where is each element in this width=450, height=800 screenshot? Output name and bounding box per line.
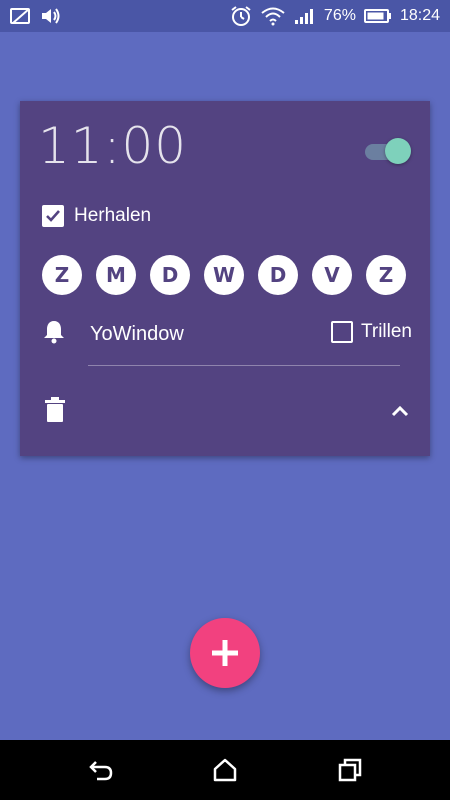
divider <box>88 365 400 366</box>
battery-icon <box>363 8 392 24</box>
day-toggle-tuesday[interactable]: D <box>150 255 190 295</box>
recents-icon <box>338 758 362 782</box>
home-button[interactable] <box>212 758 238 782</box>
day-toggle-monday[interactable]: M <box>96 255 136 295</box>
vibrate-label: Trillen <box>360 321 412 342</box>
ringtone-name[interactable]: YoWindow <box>90 323 184 346</box>
weekday-selector: Z M D W D V Z <box>42 255 406 295</box>
plus-icon <box>212 640 238 666</box>
trash-icon <box>45 397 65 422</box>
day-toggle-sunday[interactable]: Z <box>42 255 82 295</box>
day-toggle-thursday[interactable]: D <box>258 255 298 295</box>
back-button[interactable] <box>88 758 114 782</box>
toggle-thumb <box>385 138 411 164</box>
vibrate-option[interactable]: Trillen <box>330 321 412 343</box>
volume-icon <box>40 7 62 25</box>
recents-button[interactable] <box>337 758 363 782</box>
vibrate-checkbox[interactable] <box>330 321 353 343</box>
signal-icon <box>294 7 316 25</box>
chevron-up-icon <box>391 405 409 417</box>
alarm-time[interactable]: 11:00 <box>38 121 187 171</box>
status-time: 18:24 <box>399 7 440 24</box>
navigation-bar <box>0 740 450 800</box>
no-sim-icon <box>10 7 32 25</box>
sound-row: YoWindow Trillen <box>42 319 412 349</box>
day-toggle-wednesday[interactable]: W <box>204 255 244 295</box>
repeat-label: Herhalen <box>74 205 152 226</box>
battery-percent: 76% <box>323 7 356 24</box>
delete-alarm-button[interactable] <box>44 397 66 423</box>
day-toggle-friday[interactable]: V <box>312 255 352 295</box>
alarm-clock-icon <box>230 5 252 27</box>
alarm-enable-toggle[interactable] <box>363 137 411 165</box>
collapse-button[interactable] <box>388 401 412 421</box>
back-icon <box>89 761 113 781</box>
status-bar: 76% 18:24 <box>0 0 450 32</box>
add-alarm-button[interactable] <box>190 618 260 688</box>
bell-icon <box>42 319 66 349</box>
home-icon <box>213 758 237 782</box>
repeat-checkbox[interactable] <box>42 205 64 227</box>
alarm-card: 11:00 Herhalen Z M D W D V Z YoWindow Tr… <box>20 101 430 456</box>
repeat-row[interactable]: Herhalen <box>42 202 151 230</box>
checkmark-icon <box>46 210 60 222</box>
wifi-icon <box>260 6 286 26</box>
day-toggle-saturday[interactable]: Z <box>366 255 406 295</box>
